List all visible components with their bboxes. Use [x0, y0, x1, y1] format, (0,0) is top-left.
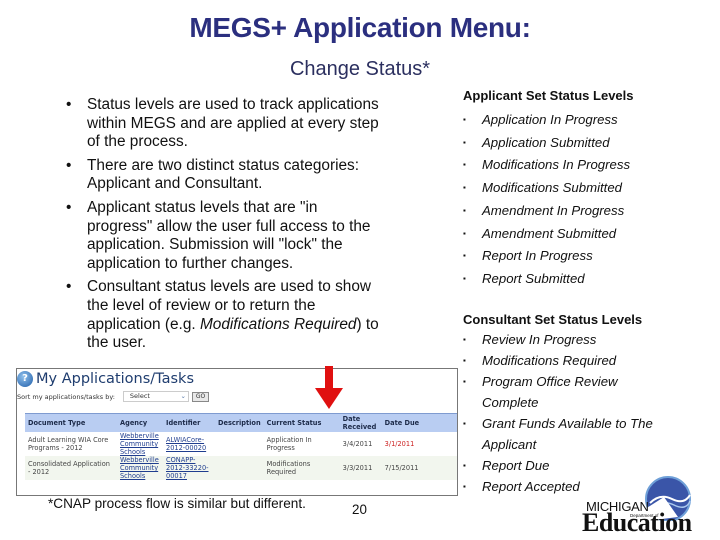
slide-title: MEGS+ Application Menu:	[189, 12, 531, 43]
column-header[interactable]: Agency	[117, 413, 163, 432]
bullet-item: Applicant status levels that are "in pro…	[64, 199, 384, 273]
agency-link[interactable]: Webberville Community Schools	[117, 456, 163, 480]
identifier-link[interactable]: ALWIACore-2012-00020	[163, 432, 215, 456]
consultant-status-levels: Consultant Set Status Levels Review In P…	[463, 311, 713, 497]
date-received-cell: 3/3/2011	[339, 456, 382, 480]
red-arrow-down-icon	[315, 366, 343, 409]
footnote: *CNAP process flow is similar but differ…	[48, 496, 306, 511]
status-level-item: Modifications Submitted	[463, 177, 713, 200]
status-cell: Modifications Required	[263, 456, 340, 480]
date-due-cell: 3/1/2011	[384, 440, 415, 448]
info-globe-icon: ?	[17, 371, 33, 387]
consultant-levels-heading: Consultant Set Status Levels	[463, 312, 643, 327]
column-header[interactable]: Identifier	[163, 413, 215, 432]
applications-table: Document Type Agency Identifier Descript…	[25, 413, 457, 480]
agency-link[interactable]: Webberville Community Schools	[117, 432, 163, 456]
document-type-cell: Consolidated Application - 2012	[25, 456, 117, 480]
date-due-cell: 7/15/2011	[381, 456, 457, 480]
table-row: Adult Learning WIA Core Programs - 2012 …	[25, 432, 457, 456]
chevron-down-icon: ⌄	[180, 392, 186, 400]
slide-subtitle: Change Status*	[289, 58, 431, 80]
explanation-bullets: Status levels are used to track applicat…	[64, 96, 384, 358]
applications-tasks-screenshot: ? My Applications/Tasks Sort my applicat…	[16, 368, 458, 496]
status-level-item: Program Office Review Complete	[463, 371, 632, 413]
description-cell	[215, 432, 264, 456]
column-header[interactable]: Date Due	[381, 413, 457, 432]
identifier-link[interactable]: CONAPP-2012-33220-00017	[163, 456, 215, 480]
michigan-education-logo: MICHIGAN Department of Education	[582, 473, 720, 537]
description-cell	[215, 456, 264, 480]
go-button[interactable]: GO	[191, 391, 210, 402]
applicant-levels-heading: Applicant Set Status Levels	[463, 88, 634, 103]
bullet-item: Status levels are used to track applicat…	[64, 96, 384, 152]
status-level-item: Review In Progress	[463, 329, 713, 350]
column-header[interactable]: Document Type	[25, 413, 117, 432]
table-row: Consolidated Application - 2012 Webbervi…	[25, 456, 457, 480]
status-level-item: Application Submitted	[463, 132, 713, 155]
column-header[interactable]: Current Status	[263, 413, 340, 432]
page-number: 20	[352, 502, 367, 517]
status-level-item: Grant Funds Available to The Applicant	[463, 413, 682, 455]
applications-tasks-title: My Applications/Tasks	[36, 371, 195, 387]
date-received-cell: 3/4/2011	[342, 440, 373, 448]
example-status: Modifications Required	[199, 315, 357, 333]
status-level-item: Modifications In Progress	[463, 154, 713, 177]
applicant-status-levels: Applicant Set Status Levels Application …	[463, 88, 713, 291]
status-level-item: Application In Progress	[463, 109, 713, 132]
document-type-cell: Adult Learning WIA Core Programs - 2012	[28, 436, 109, 452]
logo-education: Education	[582, 508, 692, 537]
bullet-item: There are two distinct status categories…	[64, 157, 384, 194]
sort-label: Sort my applications/tasks by:	[17, 392, 115, 401]
bullet-item: Consultant status levels are used to sho…	[64, 278, 384, 352]
column-header[interactable]: Description	[215, 413, 264, 432]
status-level-item: Modifications Required	[463, 350, 713, 371]
status-cell: Application In Progress	[266, 436, 312, 452]
status-level-item: Report Submitted	[463, 268, 713, 291]
sort-select[interactable]: Select ⌄	[122, 391, 189, 402]
column-header[interactable]: Date Received	[339, 413, 382, 432]
status-level-item: Amendment Submitted	[463, 223, 713, 246]
status-level-item: Report In Progress	[463, 245, 713, 268]
status-level-item: Amendment In Progress	[463, 200, 713, 223]
